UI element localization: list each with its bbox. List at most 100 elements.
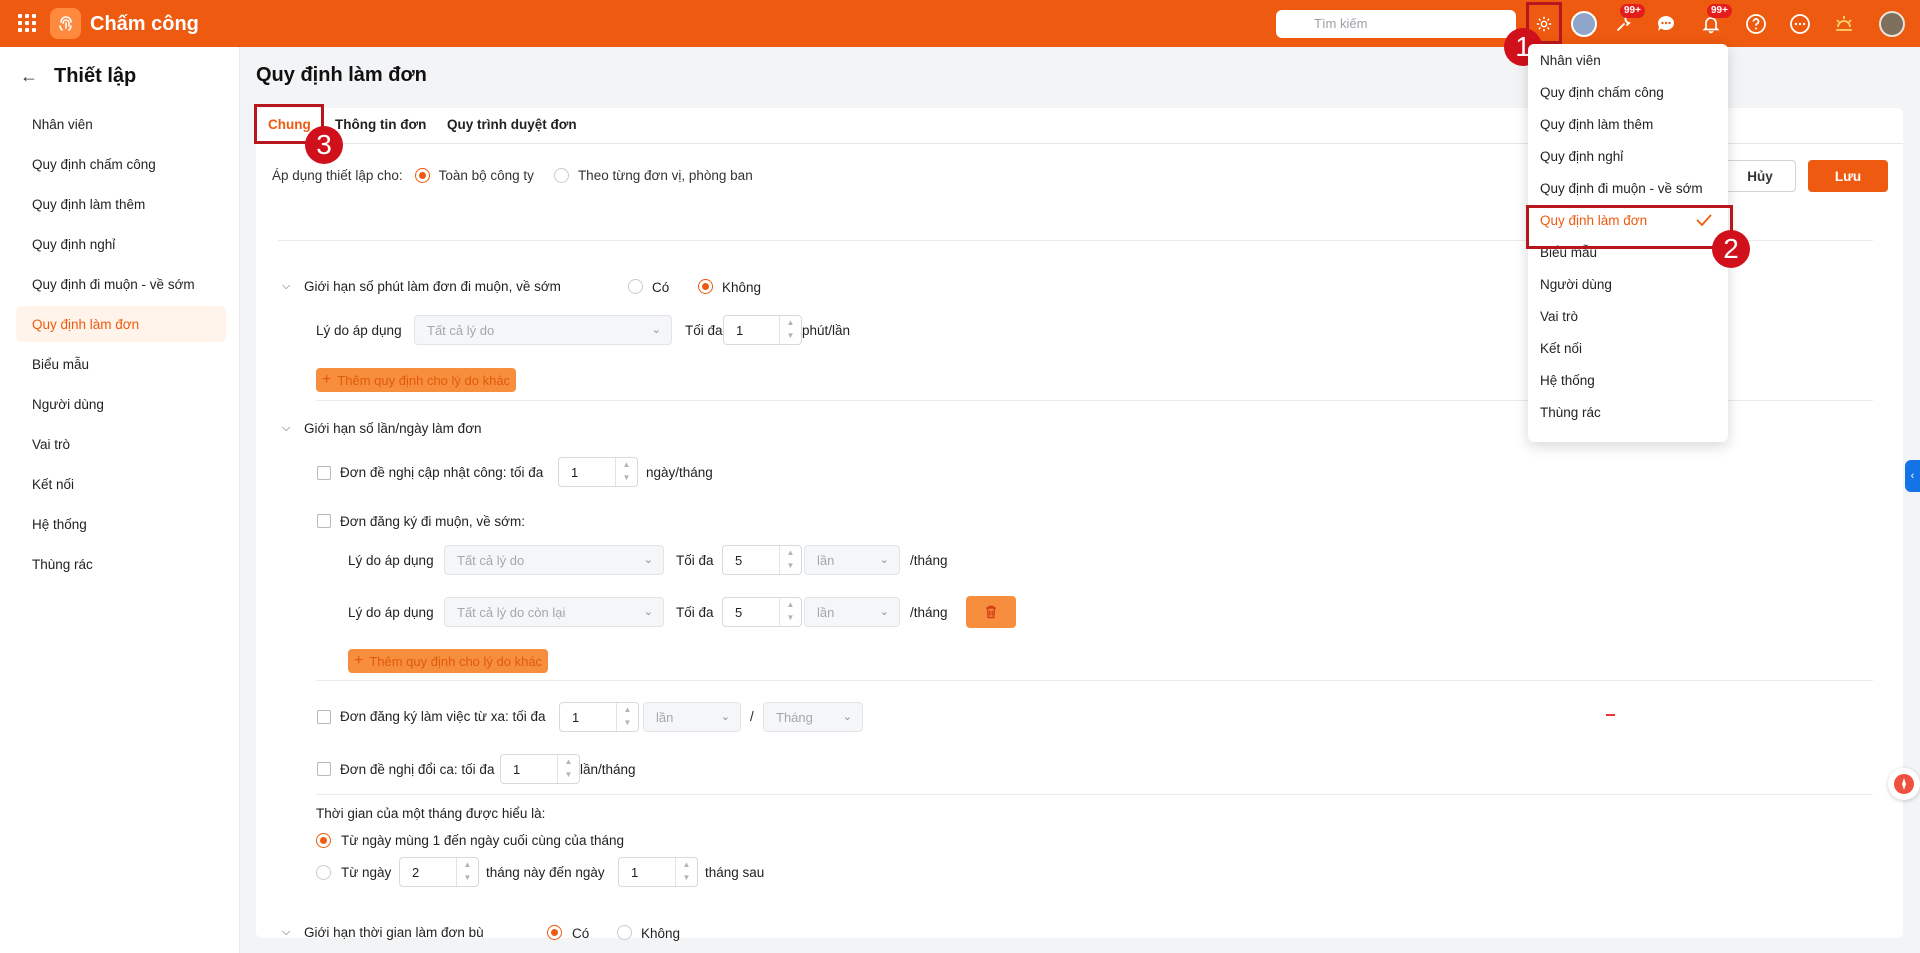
add-late-request-reason-label: Thêm quy định cho lý do khác — [369, 653, 543, 669]
late-request-stepper-2[interactable]: 5 ▲ ▼ — [722, 597, 802, 627]
late-limit-yes-radio[interactable] — [628, 279, 643, 294]
menu-item-attendance-rules[interactable]: Quy định chấm công — [1528, 76, 1728, 108]
month-def-option2-radio[interactable] — [316, 865, 331, 880]
stepper-arrows-icon[interactable]: ▲ ▼ — [615, 458, 637, 486]
sunrise-icon — [1836, 16, 1852, 31]
sidebar-item-late-early-rules[interactable]: Quy định đi muộn - về sớm — [16, 266, 226, 302]
month-def-from-stepper[interactable]: 2 ▲ ▼ — [399, 857, 479, 887]
late-request-unit-select[interactable]: lần ⌄ — [804, 545, 900, 575]
checkin-button[interactable] — [1830, 10, 1858, 38]
chevron-down-icon: ⌄ — [842, 711, 852, 723]
month-def-option2-prefix: Từ ngày — [341, 865, 392, 880]
makeup-limit-section-title[interactable]: ⌵ Giới hạn thời gian làm đơn bù — [282, 925, 484, 940]
sidebar-item-system[interactable]: Hệ thống — [16, 506, 226, 542]
update-request-checkbox[interactable] — [317, 466, 331, 480]
late-request-stepper[interactable]: 5 ▲ ▼ — [722, 545, 802, 575]
settings-sidebar: ← Thiết lập Nhân viên Quy định chấm công… — [0, 47, 240, 953]
remote-request-checkbox[interactable] — [317, 710, 331, 724]
menu-item-late-early-rules[interactable]: Quy định đi muộn - về sớm — [1528, 172, 1728, 204]
sidebar-item-forms[interactable]: Biểu mẫu — [16, 346, 226, 382]
update-request-label: Đơn đề nghị cập nhật công: tối đa — [340, 465, 544, 480]
sidebar-item-roles[interactable]: Vai trò — [16, 426, 226, 462]
late-request-per-2: /tháng — [910, 605, 948, 620]
late-limit-no-radio[interactable] — [698, 279, 713, 294]
late-reason-select[interactable]: Tất cả lý do ⌄ — [414, 315, 672, 345]
cancel-button[interactable]: Hủy — [1724, 160, 1796, 192]
stepper-arrows-icon[interactable]: ▲ ▼ — [616, 703, 638, 731]
stepper-arrows-icon[interactable]: ▲ ▼ — [456, 858, 478, 886]
menu-item-employees[interactable]: Nhân viên — [1528, 44, 1728, 76]
tasks-button[interactable]: 99+ — [1610, 4, 1645, 38]
sidebar-item-connections[interactable]: Kết nối — [16, 466, 226, 502]
remote-request-stepper[interactable]: 1 ▲ ▼ — [559, 702, 639, 732]
notifications-button[interactable]: 99+ — [1697, 4, 1732, 38]
late-max-stepper[interactable]: 1 ▲ ▼ — [723, 315, 802, 345]
delete-rule-button[interactable] — [966, 596, 1016, 628]
chat-button[interactable] — [1652, 10, 1680, 38]
late-request-reason-select[interactable]: Tất cả lý do ⌄ — [444, 545, 664, 575]
late-request-checkbox[interactable] — [317, 514, 331, 528]
radio-by-unit-label: Theo từng đơn vị, phòng ban — [577, 168, 753, 183]
menu-item-roles[interactable]: Vai trò — [1528, 300, 1728, 332]
sidebar-item-users[interactable]: Người dùng — [16, 386, 226, 422]
save-button[interactable]: Lưu — [1808, 160, 1888, 192]
help-button[interactable] — [1742, 10, 1770, 38]
sidebar-menu: Nhân viên Quy định chấm công Quy định là… — [16, 106, 226, 586]
search-input[interactable]: Tìm kiếm — [1276, 10, 1516, 38]
menu-item-trash[interactable]: Thùng rác — [1528, 396, 1728, 428]
stepper-arrows-icon[interactable]: ▲ ▼ — [779, 598, 801, 626]
stepper-arrows-icon[interactable]: ▲ ▼ — [779, 546, 801, 574]
sidebar-item-leave-rules[interactable]: Quy định nghỉ — [16, 226, 226, 262]
add-late-reason-button[interactable]: + Thêm quy định cho lý do khác — [316, 368, 517, 392]
remote-request-unit-select[interactable]: lần ⌄ — [643, 702, 741, 732]
count-limit-section-title[interactable]: ⌵ Giới hạn số lần/ngày làm đơn — [282, 421, 482, 436]
sidebar-item-trash[interactable]: Thùng rác — [16, 546, 226, 582]
chevron-down-icon: ⌵ — [282, 926, 291, 938]
sidebar-item-overtime-rules[interactable]: Quy định làm thêm — [16, 186, 226, 222]
side-panel-toggle[interactable]: ‹ — [1905, 460, 1920, 492]
sidebar-item-employees[interactable]: Nhân viên — [16, 106, 226, 142]
stepper-arrows-icon[interactable]: ▲ ▼ — [557, 755, 579, 783]
late-limit-section-title[interactable]: ⌵ Giới hạn số phút làm đơn đi muộn, về s… — [282, 279, 561, 294]
tasks-badge: 99+ — [1620, 4, 1645, 18]
more-button[interactable] — [1786, 10, 1814, 38]
update-request-stepper[interactable]: 1 ▲ ▼ — [558, 457, 638, 487]
late-request-unit-select-2[interactable]: lần ⌄ — [804, 597, 900, 627]
menu-item-system[interactable]: Hệ thống — [1528, 364, 1728, 396]
apply-scope-row: Áp dụng thiết lập cho: Toàn bộ công ty T… — [272, 168, 753, 183]
sidebar-item-attendance-rules[interactable]: Quy định chấm công — [16, 146, 226, 182]
sidebar-title: Thiết lập — [54, 65, 137, 87]
menu-item-users[interactable]: Người dùng — [1528, 268, 1728, 300]
month-def-option1-radio[interactable] — [316, 833, 331, 848]
remote-request-slash: / — [750, 709, 754, 724]
remote-request-period-select[interactable]: Tháng ⌄ — [763, 702, 863, 732]
add-late-request-reason-button[interactable]: + Thêm quy định cho lý do khác — [348, 649, 549, 673]
back-arrow-icon[interactable]: ← — [20, 66, 38, 87]
shift-request-label: Đơn đề nghị đổi ca: tối đa — [340, 762, 495, 777]
month-def-option2-suffix: tháng sau — [705, 865, 765, 880]
user-avatar-small[interactable] — [1570, 10, 1598, 38]
radio-by-unit[interactable] — [553, 168, 569, 183]
month-def-to-stepper[interactable]: 1 ▲ ▼ — [618, 857, 698, 887]
makeup-limit-yes-radio[interactable] — [547, 925, 562, 940]
tab-approval-flow[interactable]: Quy trình duyệt đơn — [447, 117, 577, 132]
floating-action-button[interactable] — [1888, 768, 1920, 800]
notifications-badge: 99+ — [1707, 4, 1732, 18]
menu-item-overtime-rules[interactable]: Quy định làm thêm — [1528, 108, 1728, 140]
shift-request-stepper[interactable]: 1 ▲ ▼ — [500, 754, 580, 784]
sidebar-item-request-rules[interactable]: Quy định làm đơn — [16, 306, 226, 342]
stepper-arrows-icon[interactable]: ▲ ▼ — [779, 316, 801, 344]
late-reason-select-value: Tất cả lý do — [427, 323, 495, 338]
menu-item-connections[interactable]: Kết nối — [1528, 332, 1728, 364]
menu-item-leave-rules[interactable]: Quy định nghỉ — [1528, 140, 1728, 172]
late-request-reason-select-2[interactable]: Tất cả lý do còn lại ⌄ — [444, 597, 664, 627]
highlight-box-request-rules — [1526, 205, 1733, 249]
more-dots-icon — [1790, 14, 1810, 34]
apps-grid-icon[interactable] — [18, 14, 36, 32]
stepper-arrows-icon[interactable]: ▲ ▼ — [675, 858, 697, 886]
radio-whole-company[interactable] — [414, 168, 430, 183]
profile-avatar[interactable] — [1878, 10, 1906, 38]
shift-request-checkbox[interactable] — [317, 762, 331, 776]
makeup-limit-no-radio[interactable] — [617, 925, 632, 940]
tab-request-info[interactable]: Thông tin đơn — [335, 117, 426, 132]
